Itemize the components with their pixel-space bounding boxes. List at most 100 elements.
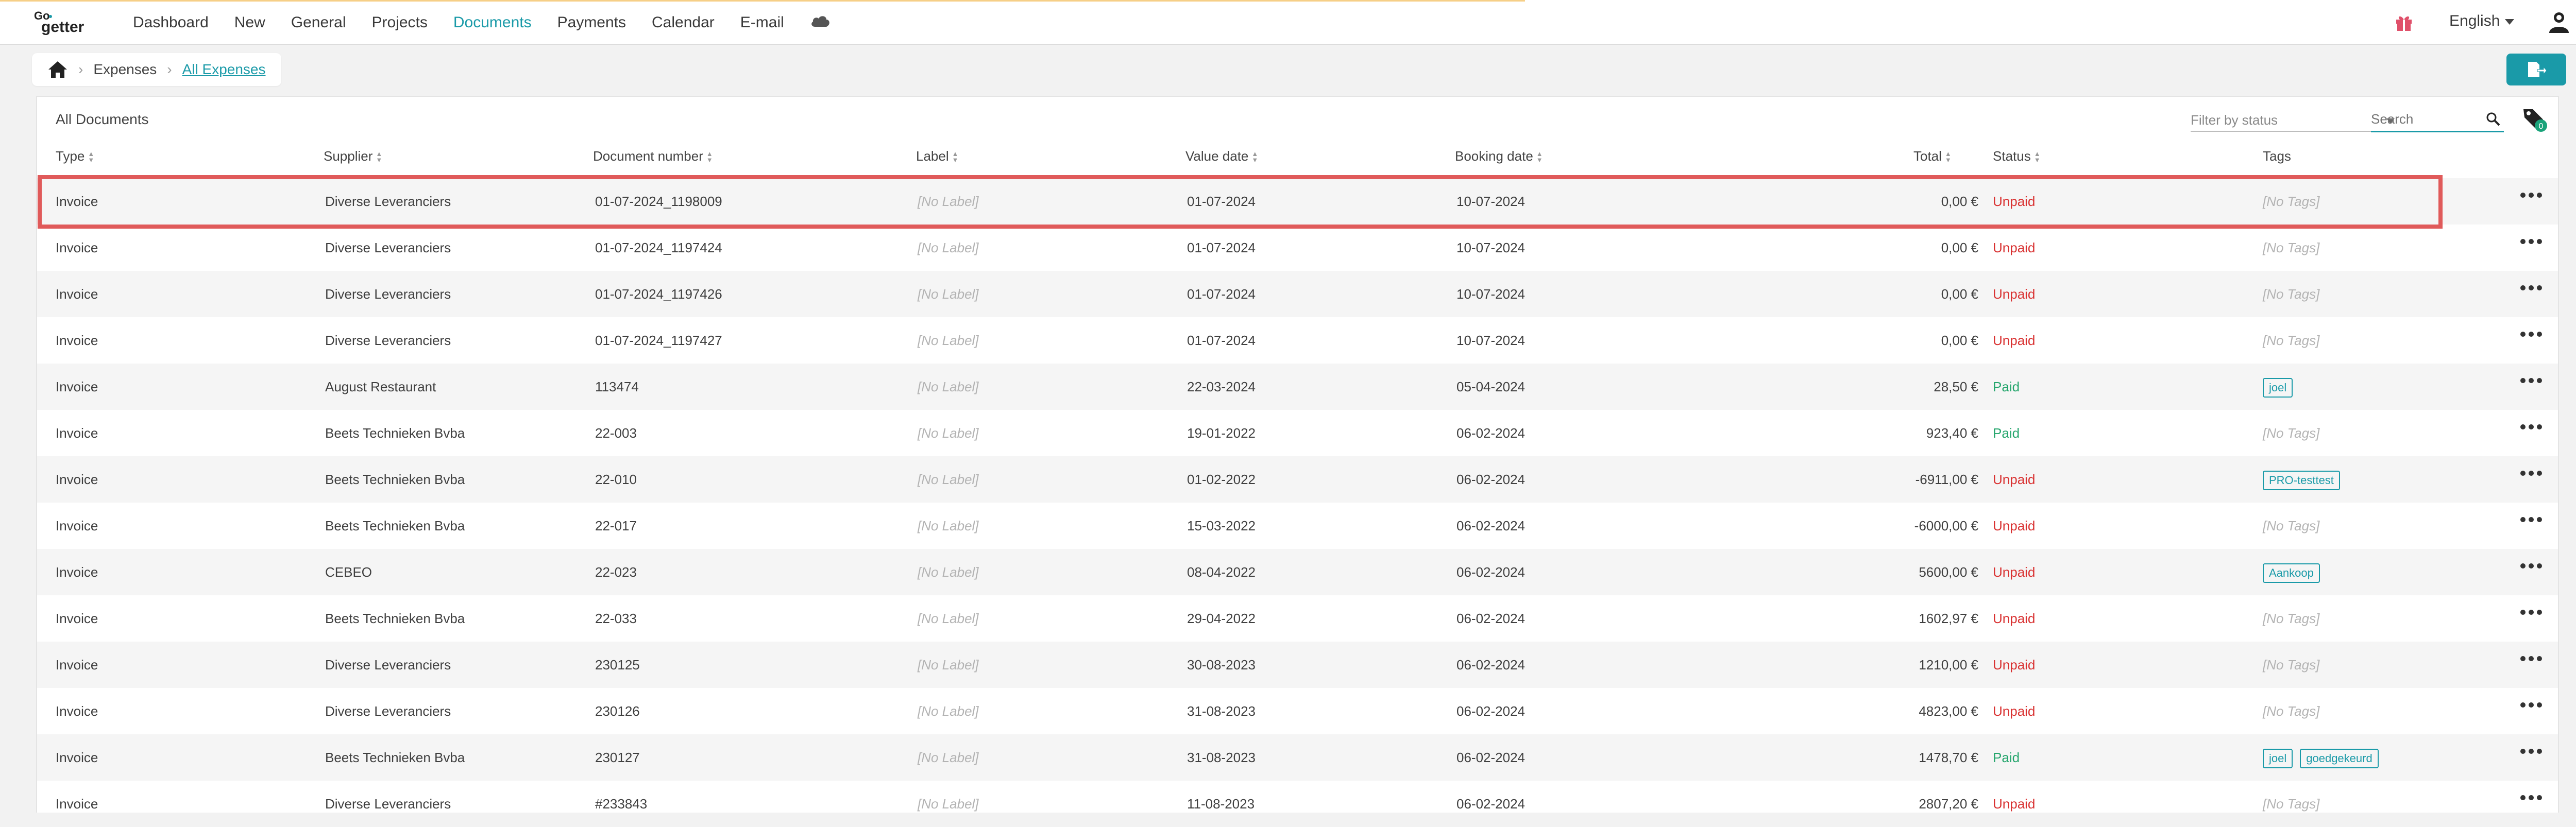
column-status-label: Status bbox=[1993, 148, 2031, 164]
cell-value-date: 01-02-2022 bbox=[1187, 472, 1256, 487]
language-selector[interactable]: English bbox=[2449, 12, 2515, 30]
gogetter-logo[interactable]: Go getter bbox=[32, 8, 104, 36]
export-document-button[interactable] bbox=[2506, 54, 2566, 85]
table-row[interactable]: Invoice Diverse Leveranciers 230126 [No Lab… bbox=[37, 688, 2558, 734]
cell-document-number: 22-033 bbox=[595, 611, 637, 626]
table-row[interactable]: Invoice Beets Technieken Bvba 22-003 [No La… bbox=[37, 410, 2558, 456]
table-row[interactable]: Invoice Diverse Leveranciers 01-07-2024_11… bbox=[37, 317, 2558, 364]
table-row[interactable]: Invoice Diverse Leveranciers 230125 [No Lab… bbox=[37, 642, 2558, 688]
more-horizontal-icon[interactable] bbox=[2520, 702, 2543, 710]
more-horizontal-icon[interactable] bbox=[2520, 795, 2543, 802]
tag-badge[interactable]: joel bbox=[2263, 378, 2293, 398]
column-value-date[interactable]: Value date ▲ ▼ bbox=[1185, 148, 1258, 164]
cell-booking-date: 06-02-2024 bbox=[1456, 657, 1525, 673]
breadcrumb-all-expenses[interactable]: All Expenses bbox=[182, 61, 266, 78]
cell-booking-date: 06-02-2024 bbox=[1456, 750, 1525, 765]
column-type-label: Type bbox=[56, 148, 85, 164]
cell-label: [No Label] bbox=[918, 703, 979, 719]
column-document-number[interactable]: Document number ▲ ▼ bbox=[593, 148, 713, 164]
more-horizontal-icon[interactable] bbox=[2520, 563, 2543, 571]
tag-filter-icon[interactable]: 0 bbox=[2520, 105, 2548, 133]
cell-value-date: 31-08-2023 bbox=[1187, 703, 1256, 719]
column-total[interactable]: Total ▲ ▼ bbox=[1913, 148, 1952, 164]
more-horizontal-icon[interactable] bbox=[2520, 378, 2543, 385]
more-horizontal-icon[interactable] bbox=[2520, 424, 2543, 432]
more-horizontal-icon[interactable] bbox=[2520, 332, 2543, 339]
export-document-icon bbox=[2528, 62, 2547, 77]
tag-badge[interactable]: Aankoop bbox=[2263, 563, 2320, 583]
table-row[interactable]: Invoice Beets Technieken Bvba 22-010 [No La… bbox=[37, 456, 2558, 503]
column-booking-date[interactable]: Booking date ▲ ▼ bbox=[1455, 148, 1543, 164]
column-status[interactable]: Status ▲ ▼ bbox=[1993, 148, 2041, 164]
cell-value-date: 08-04-2022 bbox=[1187, 564, 1256, 580]
column-supplier[interactable]: Supplier ▲ ▼ bbox=[324, 148, 382, 164]
user-icon[interactable] bbox=[2547, 10, 2571, 34]
dot bbox=[2520, 193, 2526, 198]
cell-total: -6000,00 € bbox=[1914, 518, 1978, 533]
cell-label: [No Label] bbox=[918, 425, 979, 441]
cell-label: [No Label] bbox=[918, 796, 979, 812]
cell-status: Unpaid bbox=[1993, 518, 2036, 533]
home-icon[interactable] bbox=[47, 60, 68, 79]
gift-icon[interactable] bbox=[2395, 13, 2413, 32]
cell-booking-date: 06-02-2024 bbox=[1456, 425, 1525, 441]
cell-document-number: 22-010 bbox=[595, 472, 637, 487]
nav-email[interactable]: E-mail bbox=[740, 14, 784, 31]
table-row[interactable]: Invoice Diverse Leveranciers 01-07-2024_11… bbox=[37, 225, 2558, 271]
nav-general[interactable]: General bbox=[291, 14, 346, 31]
nav-documents[interactable]: Documents bbox=[453, 14, 532, 31]
more-horizontal-icon[interactable] bbox=[2520, 656, 2543, 663]
more-horizontal-icon[interactable] bbox=[2520, 610, 2543, 617]
table-row[interactable]: Invoice Diverse Leveranciers 01-07-2024_11… bbox=[37, 271, 2558, 317]
nav-new[interactable]: New bbox=[234, 14, 265, 31]
search-icon[interactable] bbox=[2485, 111, 2501, 127]
more-horizontal-icon[interactable] bbox=[2520, 517, 2543, 524]
cell-booking-date: 06-02-2024 bbox=[1456, 703, 1525, 719]
nav-dashboard[interactable]: Dashboard bbox=[133, 14, 209, 31]
cell-label: [No Label] bbox=[918, 286, 979, 302]
dot bbox=[2529, 749, 2534, 754]
column-type[interactable]: Type ▲ ▼ bbox=[56, 148, 94, 164]
search-input[interactable] bbox=[2371, 109, 2479, 129]
cell-tags: [No Tags] bbox=[2263, 271, 2319, 317]
tag-badge[interactable]: joel bbox=[2263, 749, 2293, 769]
breadcrumb-expenses[interactable]: Expenses bbox=[93, 61, 157, 78]
more-horizontal-icon[interactable] bbox=[2520, 285, 2543, 292]
more-horizontal-icon[interactable] bbox=[2520, 239, 2543, 246]
tag-badge[interactable]: PRO-testtest bbox=[2263, 471, 2340, 491]
cell-label: [No Label] bbox=[918, 472, 979, 487]
status-filter-select[interactable]: Filter by status bbox=[2191, 112, 2398, 132]
cell-total: 0,00 € bbox=[1941, 286, 1978, 302]
table-row[interactable]: Invoice CEBEO 22-023 [No Label] 08-04-2022 06… bbox=[37, 549, 2558, 595]
cell-supplier: Beets Technieken Bvba bbox=[325, 472, 465, 487]
cell-total: 1210,00 € bbox=[1919, 657, 1978, 673]
column-label[interactable]: Label ▲ ▼ bbox=[916, 148, 959, 164]
documents-table-body: Invoice Diverse Leveranciers 01-07-2024_11… bbox=[37, 178, 2558, 827]
cell-supplier: Beets Technieken Bvba bbox=[325, 750, 465, 765]
column-tags: Tags bbox=[2263, 148, 2291, 164]
more-horizontal-icon[interactable] bbox=[2520, 193, 2543, 200]
cloud-icon[interactable] bbox=[810, 13, 831, 28]
cell-value-date: 31-08-2023 bbox=[1187, 750, 1256, 765]
table-row[interactable]: Invoice Diverse Leveranciers 01-07-2024_11… bbox=[37, 178, 2558, 225]
cell-tags: joel goedgekeurd bbox=[2263, 734, 2386, 781]
cell-status: Unpaid bbox=[1993, 564, 2036, 580]
table-row[interactable]: Invoice Beets Technieken Bvba 230127 [No La… bbox=[37, 734, 2558, 781]
table-row[interactable]: Invoice August Restaurant 113474 [No Label]… bbox=[37, 364, 2558, 410]
table-row[interactable]: Invoice Diverse Leveranciers #233843 [No La… bbox=[37, 781, 2558, 827]
column-booking-date-label: Booking date bbox=[1455, 148, 1533, 164]
table-row[interactable]: Invoice Beets Technieken Bvba 22-017 [No La… bbox=[37, 503, 2558, 549]
tag-badge[interactable]: goedgekeurd bbox=[2300, 749, 2379, 769]
more-horizontal-icon[interactable] bbox=[2520, 471, 2543, 478]
search-field[interactable] bbox=[2371, 109, 2504, 132]
dot bbox=[2537, 610, 2542, 615]
table-row[interactable]: Invoice Beets Technieken Bvba 22-033 [No La… bbox=[37, 595, 2558, 642]
cell-tags: [No Tags] bbox=[2263, 225, 2319, 271]
cell-supplier: August Restaurant bbox=[325, 379, 436, 394]
more-horizontal-icon[interactable] bbox=[2520, 749, 2543, 756]
nav-payments[interactable]: Payments bbox=[557, 14, 626, 31]
nav-calendar[interactable]: Calendar bbox=[652, 14, 715, 31]
cell-tags: [No Tags] bbox=[2263, 317, 2319, 364]
dot bbox=[2529, 239, 2534, 244]
nav-projects[interactable]: Projects bbox=[372, 14, 428, 31]
